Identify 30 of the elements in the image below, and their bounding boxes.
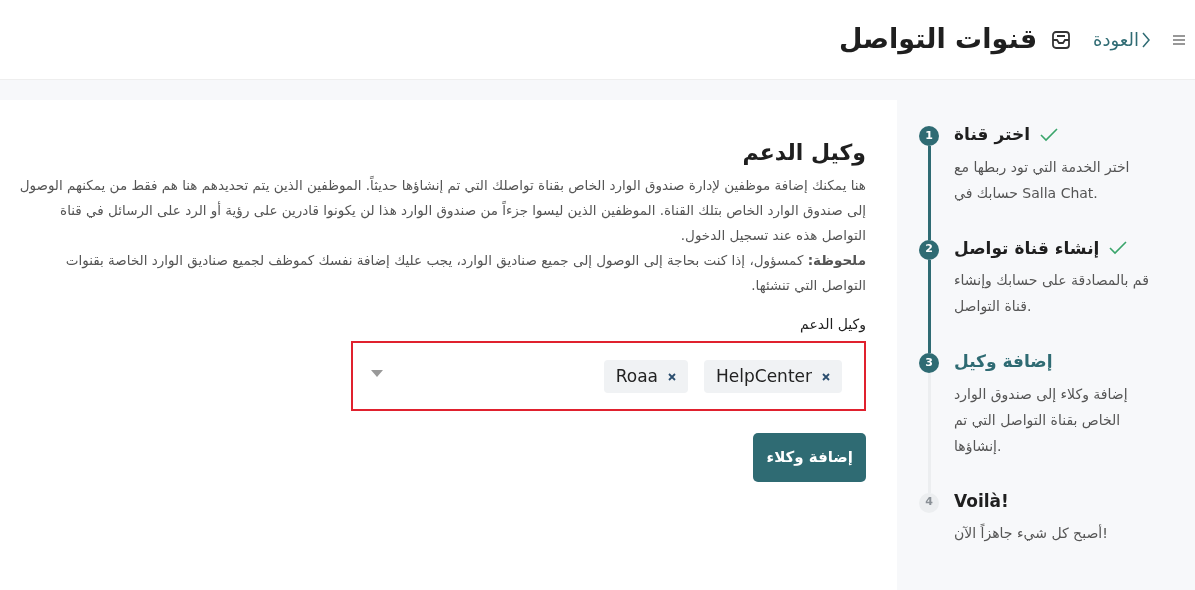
dropdown-caret-icon[interactable] (371, 370, 383, 377)
remove-icon[interactable] (822, 372, 830, 381)
step-title: إنشاء قناة تواصل (954, 236, 1100, 260)
agent-tag: HelpCenter (704, 360, 842, 393)
back-link[interactable]: العودة (1093, 26, 1151, 53)
step-description: اختر الخدمة التي تود ربطها مع حسابك في Salla Chat. (954, 157, 1131, 203)
step-description: أصبح كل شيء جاهزاً الآن! (954, 522, 1109, 544)
step-description: قم بالمصادقة على حسابك وإنشاء قناة التواصل. (954, 271, 1150, 317)
menu-icon[interactable] (1173, 33, 1185, 46)
inbox-icon (1051, 29, 1072, 50)
step-number: 2 (919, 239, 939, 260)
field-label: وكيل الدعم (800, 315, 866, 335)
page-title: قنوات التواصل (838, 22, 1038, 57)
description-text: هنا يمكنك إضافة موظفين لإدارة صندوق الوارد الخاص بقناة تواصلك التي تم إنشاؤها حديثاً. الموظفين الذين يتم تحديدهم هنا هم فقط من يمكنهم الوصول إلى صندوق الوارد الخاص بتلك القناة. الموظفين الذين ليسوا جزءاً من صندوق الوارد هذا لن يكونوا قادرين على رؤية أو الرد على الرسائل في قناة التواصل هذه عند تسجيل الدخول. (18, 175, 866, 246)
step-title: Voilà! (954, 489, 1009, 513)
agent-select[interactable]: Roaa HelpCenter (351, 341, 866, 411)
add-agents-button[interactable]: إضافة وكلاء (753, 433, 866, 482)
check-icon (1109, 241, 1128, 256)
check-icon (1040, 127, 1058, 142)
section-heading: وكيل الدعم (741, 139, 866, 168)
step-number: 1 (919, 126, 939, 146)
step-title: اختر قناة (954, 123, 1030, 147)
chevron-icon (1141, 31, 1151, 48)
note-text: ملحوظة: كمسؤول، إذا كنت بحاجة إلى الوصول إلى جميع صناديق الوارد، يجب عليك إضافة نفسك كموظف لجميع صناديق الوارد الخاصة بقنوات التواصل التي تنشئها. (64, 251, 866, 296)
agent-tag: Roaa (603, 360, 688, 393)
step-number: 4 (919, 492, 939, 513)
step-number: 3 (919, 353, 939, 373)
step-description: إضافة وكلاء إلى صندوق الوارد الخاص بقناة التواصل التي تم إنشاؤها. (954, 384, 1129, 457)
step-title: إضافة وكيل (954, 350, 1053, 373)
remove-icon[interactable] (668, 372, 676, 381)
